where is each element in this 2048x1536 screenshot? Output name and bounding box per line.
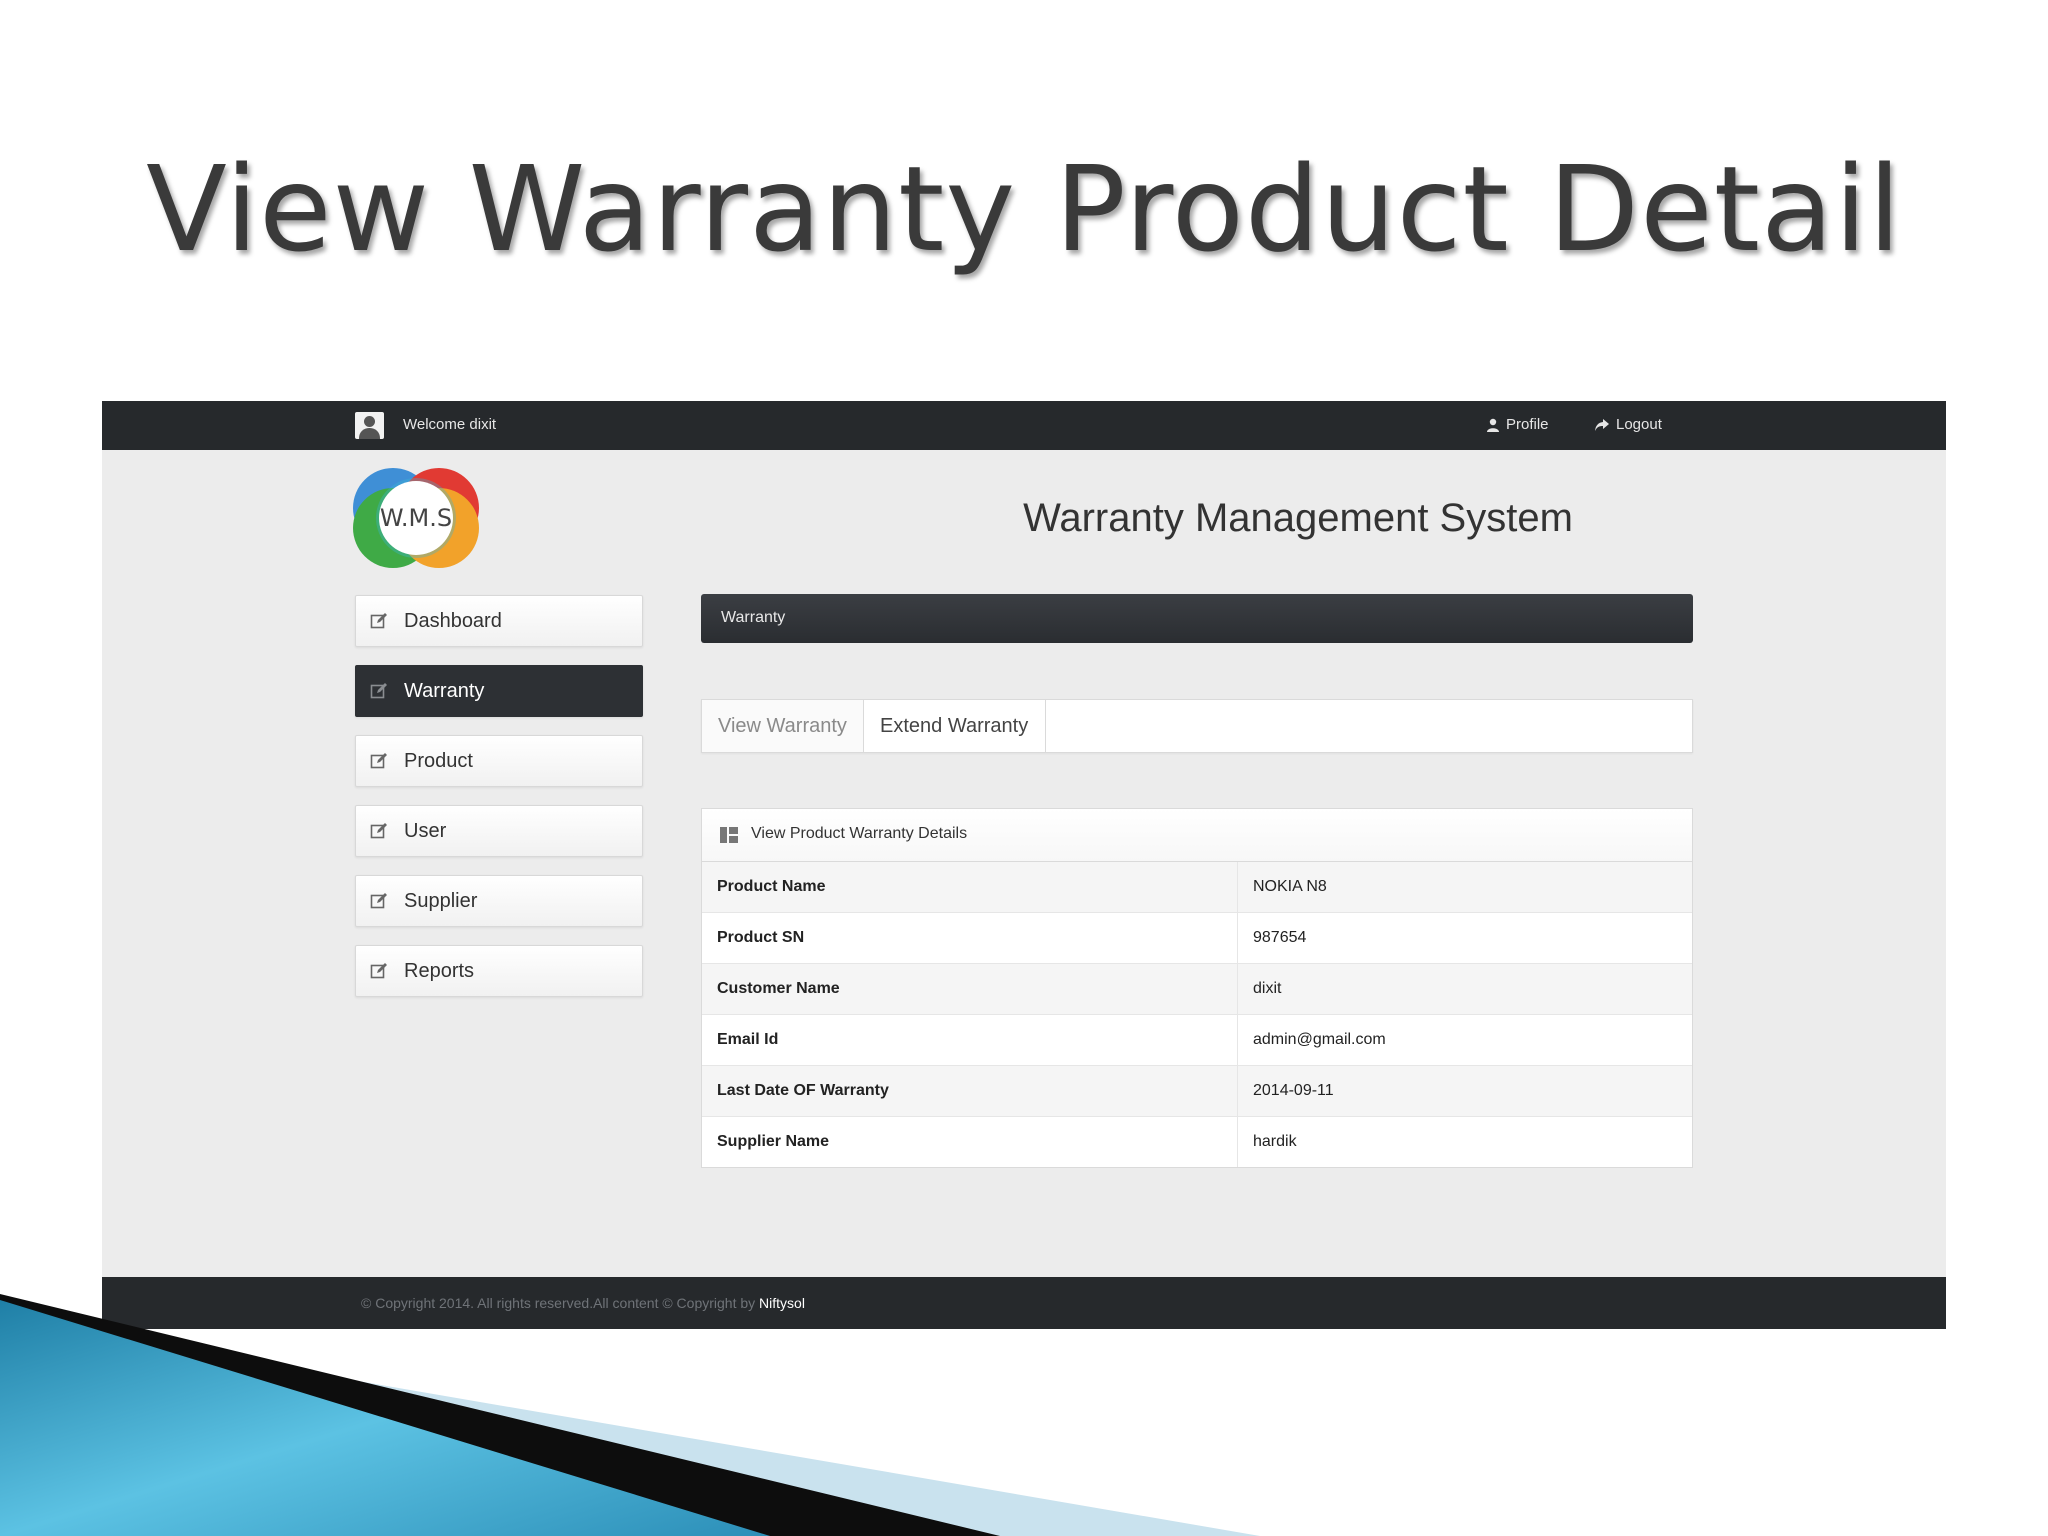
user-icon (1487, 418, 1499, 432)
app-window: Welcome dixit Profile Logout W.M.S Warra… (102, 401, 1946, 1329)
table-row: Last Date OF Warranty 2014-09-11 (702, 1065, 1692, 1117)
details-table: Product Name NOKIA N8 Product SN 987654 … (702, 862, 1692, 1167)
sidebar-item-label: Reports (404, 960, 475, 982)
row-value: NOKIA N8 (1237, 862, 1692, 913)
table-row: Customer Name dixit (702, 963, 1692, 1015)
sidebar-item-user[interactable]: User (355, 805, 643, 857)
table-row: Supplier Name hardik (702, 1116, 1692, 1167)
sidebar-item-label: Supplier (404, 890, 478, 912)
slide-decoration (0, 1294, 1260, 1536)
edit-square-icon (370, 893, 387, 909)
profile-label: Profile (1506, 416, 1549, 433)
row-label: Product SN (702, 912, 1238, 964)
edit-square-icon (370, 613, 387, 629)
row-value: admin@gmail.com (1237, 1014, 1692, 1066)
sidebar-item-dashboard[interactable]: Dashboard (355, 595, 643, 647)
row-value: hardik (1237, 1116, 1692, 1167)
sidebar-item-product[interactable]: Product (355, 735, 643, 787)
sidebar-item-warranty[interactable]: Warranty (355, 665, 643, 717)
section-header-bar: Warranty (701, 594, 1693, 643)
row-label: Email Id (702, 1014, 1238, 1066)
edit-square-icon (370, 683, 387, 699)
warranty-details-panel: View Product Warranty Details Product Na… (701, 808, 1693, 1168)
table-row: Email Id admin@gmail.com (702, 1014, 1692, 1066)
sidebar-item-label: Warranty (404, 680, 485, 702)
table-row: Product SN 987654 (702, 912, 1692, 964)
row-label: Product Name (702, 862, 1238, 913)
tab-view-warranty[interactable]: View Warranty (702, 700, 864, 752)
row-value: 2014-09-11 (1237, 1065, 1692, 1117)
profile-link[interactable]: Profile (1486, 416, 1549, 433)
section-title: Warranty (721, 609, 786, 626)
wms-logo: W.M.S (353, 468, 479, 568)
top-bar: Welcome dixit Profile Logout (102, 401, 1946, 450)
slide-title: View Warranty Product Detail (146, 140, 1902, 278)
sidebar-item-label: Dashboard (404, 610, 502, 632)
row-label: Customer Name (702, 963, 1238, 1015)
sidebar-item-label: Product (404, 750, 473, 772)
table-row: Product Name NOKIA N8 (702, 862, 1692, 913)
logout-label: Logout (1616, 416, 1662, 433)
welcome-text: Welcome dixit (403, 416, 497, 433)
app-title: Warranty Management System (1023, 496, 1573, 540)
row-value: dixit (1237, 963, 1692, 1015)
logo-text: W.M.S (380, 504, 452, 532)
tab-extend-warranty[interactable]: Extend Warranty (864, 700, 1046, 752)
sidebar-item-label: User (404, 820, 447, 842)
row-label: Last Date OF Warranty (702, 1065, 1238, 1117)
tab-bar: View Warranty Extend Warranty (701, 699, 1693, 753)
logout-link[interactable]: Logout (1594, 416, 1662, 433)
row-value: 987654 (1237, 912, 1692, 964)
details-title: View Product Warranty Details (751, 825, 968, 842)
user-avatar-icon (355, 412, 384, 439)
edit-square-icon (370, 963, 387, 979)
grid-icon (720, 827, 738, 843)
edit-square-icon (370, 823, 387, 839)
share-arrow-icon (1595, 419, 1609, 431)
row-label: Supplier Name (702, 1116, 1238, 1167)
edit-square-icon (370, 753, 387, 769)
details-header: View Product Warranty Details (702, 809, 1692, 862)
sidebar-item-supplier[interactable]: Supplier (355, 875, 643, 927)
sidebar-item-reports[interactable]: Reports (355, 945, 643, 997)
